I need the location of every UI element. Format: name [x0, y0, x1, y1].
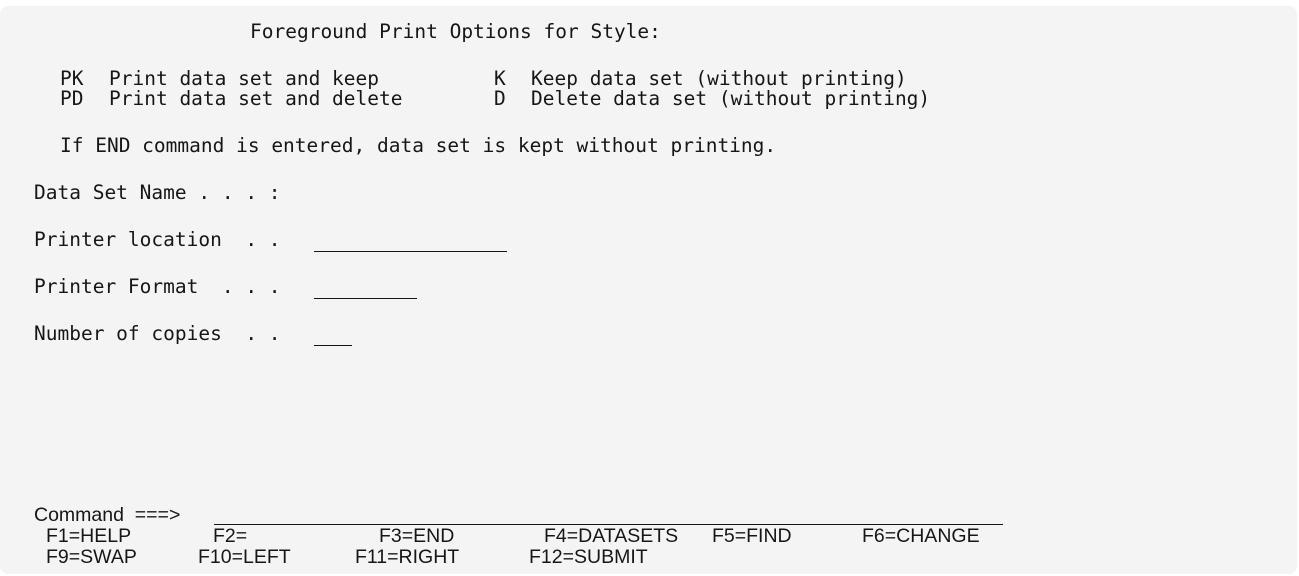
option-desc-d: Delete data set (without printing) — [531, 87, 931, 110]
option-code-d: D — [494, 87, 506, 110]
printer-format-label: Printer Format . . . — [34, 275, 281, 298]
f6-change-key[interactable]: F6=CHANGE — [862, 525, 980, 547]
number-of-copies-input[interactable] — [314, 324, 352, 346]
printer-format-input[interactable] — [314, 277, 417, 299]
option-code-pd: PD — [60, 87, 84, 110]
ispf-print-options-panel: Foreground Print Options for Style: PK P… — [0, 6, 1297, 574]
f4-datasets-key[interactable]: F4=DATASETS — [544, 525, 678, 547]
printer-location-label: Printer location . . — [34, 228, 281, 251]
end-command-note: If END command is entered, data set is k… — [60, 134, 777, 157]
data-set-name-label: Data Set Name . . . : — [34, 181, 281, 204]
f5-find-key[interactable]: F5=FIND — [712, 525, 792, 547]
f1-help-key[interactable]: F1=HELP — [46, 525, 131, 547]
f12-submit-key[interactable]: F12=SUBMIT — [529, 546, 648, 568]
f2-key[interactable]: F2= — [213, 525, 247, 547]
printer-location-input[interactable] — [314, 230, 507, 252]
command-input[interactable] — [214, 503, 1003, 525]
f3-end-key[interactable]: F3=END — [379, 525, 454, 547]
command-label: Command ===> — [34, 504, 181, 526]
option-desc-pd: Print data set and delete — [109, 87, 403, 110]
panel-title: Foreground Print Options for Style: — [250, 20, 661, 43]
number-of-copies-label: Number of copies . . — [34, 322, 281, 345]
f11-right-key[interactable]: F11=RIGHT — [355, 546, 459, 568]
f9-swap-key[interactable]: F9=SWAP — [46, 546, 137, 568]
f10-left-key[interactable]: F10=LEFT — [198, 546, 291, 568]
